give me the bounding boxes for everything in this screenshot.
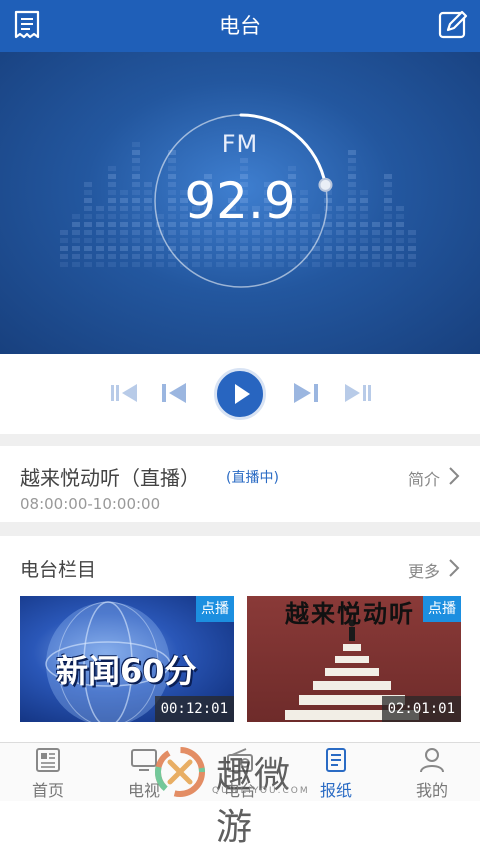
duration-label: 00:12:01 xyxy=(154,696,234,722)
previous-icon[interactable] xyxy=(162,382,188,404)
tab-label: 首页 xyxy=(31,781,64,800)
play-icon xyxy=(235,384,250,404)
play-button[interactable] xyxy=(214,368,266,420)
frequency-readout: 92.9 xyxy=(184,172,296,230)
watermark-text: 趣微游 xyxy=(216,755,293,848)
tab-home[interactable]: 首页 xyxy=(0,743,96,801)
card-title: 新闻60分 xyxy=(56,652,197,690)
skip-back-icon[interactable] xyxy=(111,382,139,404)
intro-link[interactable]: 简介 xyxy=(408,466,440,490)
vod-badge: 点播 xyxy=(196,596,234,622)
watermark-logo: 趣微游 QUWEIYOU.COM xyxy=(150,744,320,848)
radio-dial-panel: FM 92.9 xyxy=(0,52,480,354)
live-status-badge: (直播中) xyxy=(226,470,279,486)
current-program[interactable]: 越来悦动听（直播） (直播中) 08:00:00-10:00:00 简介 xyxy=(0,446,480,522)
column-card[interactable]: 新闻60分 点播 00:12:01 xyxy=(20,596,234,722)
user-icon xyxy=(420,748,444,773)
card-title: 越来悦动听 xyxy=(285,600,415,628)
logo-icon xyxy=(155,747,205,797)
radio-columns-section: 电台栏目 更多 新闻60分 点播 00:12:01 越来悦动听 点播 02:01… xyxy=(0,536,480,746)
vod-badge: 点播 xyxy=(423,596,461,622)
section-divider xyxy=(0,434,480,446)
page-title: 电台 xyxy=(219,14,261,38)
column-card[interactable]: 越来悦动听 点播 02:01:01 xyxy=(247,596,461,722)
tab-mine[interactable]: 我的 xyxy=(384,743,480,801)
next-icon[interactable] xyxy=(292,382,318,404)
watermark-subtext: QUWEIYOU.COM xyxy=(212,786,310,796)
newspaper-home-icon xyxy=(36,748,60,772)
program-time: 08:00:00-10:00:00 xyxy=(20,495,161,513)
duration-label: 02:01:01 xyxy=(381,696,461,722)
newspaper-icon xyxy=(326,748,346,772)
playback-controls xyxy=(0,354,480,434)
chevron-right-icon[interactable] xyxy=(448,466,460,486)
band-label: FM xyxy=(221,130,259,158)
edit-pen-icon[interactable] xyxy=(438,10,468,40)
section-divider xyxy=(0,522,480,536)
section-title: 电台栏目 xyxy=(20,559,97,581)
more-link[interactable]: 更多 xyxy=(408,558,440,582)
tab-label: 我的 xyxy=(415,781,448,800)
top-bar: 电台 xyxy=(0,0,480,52)
program-name: 越来悦动听（直播） xyxy=(20,466,200,490)
skip-forward-icon[interactable] xyxy=(343,382,371,404)
chevron-right-icon[interactable] xyxy=(448,558,460,578)
